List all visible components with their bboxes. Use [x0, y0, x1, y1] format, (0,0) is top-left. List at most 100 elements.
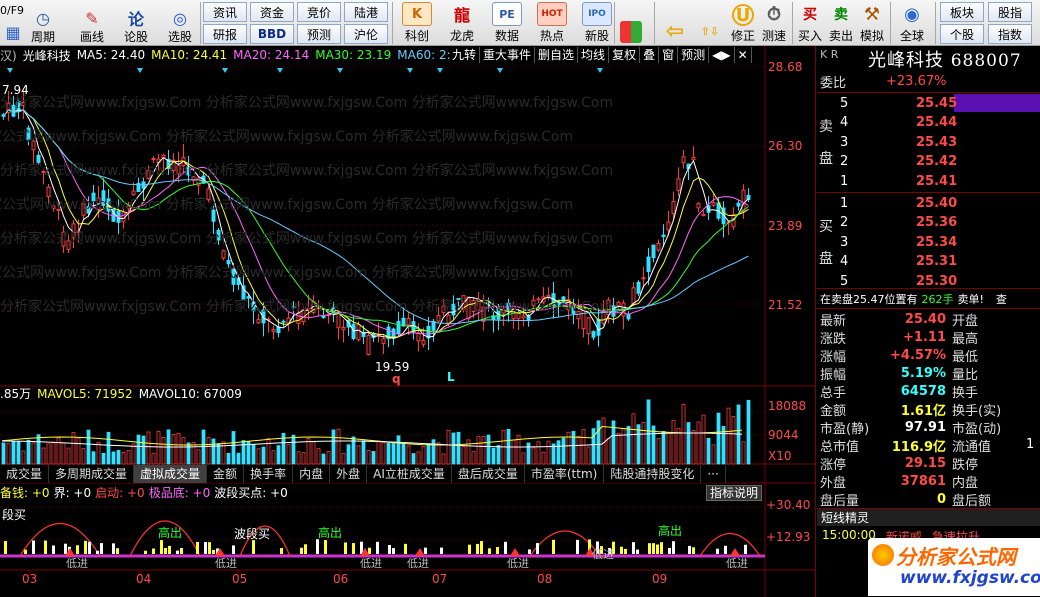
tab-4[interactable]: 换手率 [244, 465, 294, 483]
up-down-button[interactable]: ⇧⇩ [697, 0, 723, 46]
tab-8[interactable]: 盘后成交量 [451, 465, 525, 483]
menu-ma[interactable]: 均线 [578, 47, 610, 63]
order-notice[interactable]: 在卖盘25.47位置有 262手 卖单! 查 [820, 291, 1007, 307]
indicator-bar [212, 549, 215, 554]
tab-10[interactable]: 陆股通持股变化 [604, 465, 702, 483]
tab-7[interactable]: AI立桩成交量 [367, 465, 452, 483]
ask-level: 5 [840, 95, 849, 111]
candle-body [441, 305, 446, 313]
tab-11[interactable]: ··· [701, 465, 726, 483]
tab-6[interactable]: 外盘 [330, 465, 368, 483]
candle-body [81, 203, 86, 216]
volume-bar [271, 450, 276, 465]
indicator-bar [648, 543, 651, 554]
forecast-button[interactable]: 预测 [297, 24, 341, 44]
index-button[interactable]: 指数 [988, 24, 1032, 44]
volume-bar [701, 414, 706, 465]
data-button[interactable]: PE 数据 [485, 0, 529, 46]
volume-bar [41, 447, 46, 465]
brand-url: www.fxjgsw.com [900, 568, 1040, 588]
tab-2[interactable]: 虚拟成交量 [134, 465, 208, 483]
indicator-bar [44, 540, 47, 554]
volume-bar [666, 432, 671, 465]
volume-bar [371, 451, 376, 465]
fund-button[interactable]: 资金 [250, 2, 294, 22]
candle-body [356, 324, 361, 341]
auction-button[interactable]: 竞价 [297, 2, 341, 22]
simulate-button[interactable]: ⚒ 模拟 [857, 0, 887, 46]
candle-body [656, 243, 661, 251]
stock-index-button[interactable]: 股指 [988, 2, 1032, 22]
indicator-bar [716, 548, 719, 554]
menu-overlay[interactable]: 叠 [640, 47, 660, 63]
volume-bar [206, 437, 211, 465]
volume-bar [136, 434, 141, 465]
candle-body [301, 309, 306, 323]
menu-close[interactable]: ✕ [735, 47, 752, 63]
layout-button[interactable]: . [617, 0, 645, 46]
indicator-bar [476, 543, 479, 554]
volume-bar [381, 441, 386, 465]
draw-line-button[interactable]: ✎ 画线 [74, 0, 110, 46]
back-button[interactable]: ⇦ [660, 0, 690, 46]
global-button[interactable]: ◉ 全球 [893, 0, 931, 46]
indicator-bar [32, 540, 35, 554]
stat-label: 盘后量 [820, 493, 860, 509]
bbd-button[interactable]: BBD [250, 24, 294, 44]
signal-enter-label: 低进 [66, 557, 88, 570]
volume-bar [186, 442, 191, 465]
dragon-tiger-button[interactable]: 龍 龙虎 [440, 0, 484, 46]
indicator-value-d: 极品底: +0 [148, 486, 211, 500]
indicator-help-button[interactable]: 指标说明 [706, 485, 763, 501]
menu-forecast[interactable]: 预测 [678, 47, 710, 63]
discuss-button[interactable]: 论 论股 [118, 0, 154, 46]
period-button[interactable]: ◷ 周期 [28, 0, 58, 46]
short-term-sprite-title[interactable]: 短线精灵 [817, 508, 1040, 526]
candle-body [671, 200, 676, 214]
tab-1[interactable]: 多周期成交量 [49, 465, 135, 483]
volume-bar [741, 441, 746, 465]
menu-nine-turn[interactable]: 九转 [449, 47, 481, 63]
indicator-bar [652, 543, 655, 554]
menu-remove-watch[interactable]: 删自选 [535, 47, 579, 63]
select-stock-button[interactable]: ◎ 选股 [162, 0, 198, 46]
ask-level: 2 [840, 154, 849, 169]
ask-row: 2 25.42 [820, 153, 1040, 171]
signal-enter-label: 低进 [215, 557, 237, 570]
volume-bar [216, 443, 221, 465]
volume-bar [686, 422, 691, 465]
sell-button[interactable]: 卖 卖出 [826, 0, 856, 46]
menu-arrows[interactable]: ◀▶ [709, 47, 735, 63]
event-marker [407, 68, 413, 73]
volume-bar [31, 442, 36, 465]
single-stock-button[interactable]: 个股 [940, 24, 984, 44]
tab-5[interactable]: 内盘 [293, 465, 331, 483]
news-button[interactable]: 资讯 [203, 2, 247, 22]
report-button[interactable]: 研报 [203, 24, 247, 44]
star-market-icon: K [402, 2, 432, 26]
tab-9[interactable]: 市盈率(ttm) [524, 465, 605, 483]
speed-test-button[interactable]: ⏱ 测速 [759, 0, 789, 46]
tab-0[interactable]: 成交量 [0, 465, 50, 483]
volume-bar [111, 451, 116, 465]
volume-bar [306, 438, 311, 465]
ask-price: 25.42 [916, 154, 958, 169]
new-stock-button[interactable]: IPO 新股 [575, 0, 619, 46]
tab-3[interactable]: 金额 [207, 465, 245, 483]
ma10-line [3, 109, 749, 338]
buy-button[interactable]: 买 买入 [795, 0, 825, 46]
menu-window[interactable]: 窗 [659, 47, 679, 63]
stat-label: 总手 [820, 385, 847, 401]
menu-adjust[interactable]: 复权 [609, 47, 641, 63]
month-label: 03 [22, 572, 38, 586]
chart-area[interactable] [0, 46, 815, 597]
menu-major-events[interactable]: 重大事件 [480, 47, 536, 63]
hot-topic-button[interactable]: HOT 热点 [530, 0, 574, 46]
star-market-button[interactable]: K 科创 [395, 0, 439, 46]
stock-name: 光峰科技 [22, 48, 71, 63]
stat-value: 37861 [900, 473, 946, 489]
sector-button[interactable]: 板块 [940, 2, 984, 22]
shanghai-london-button[interactable]: 沪伦 [344, 24, 388, 44]
correct-button[interactable]: U 修正 [728, 0, 758, 46]
hk-connect-button[interactable]: 陆港 [344, 2, 388, 22]
